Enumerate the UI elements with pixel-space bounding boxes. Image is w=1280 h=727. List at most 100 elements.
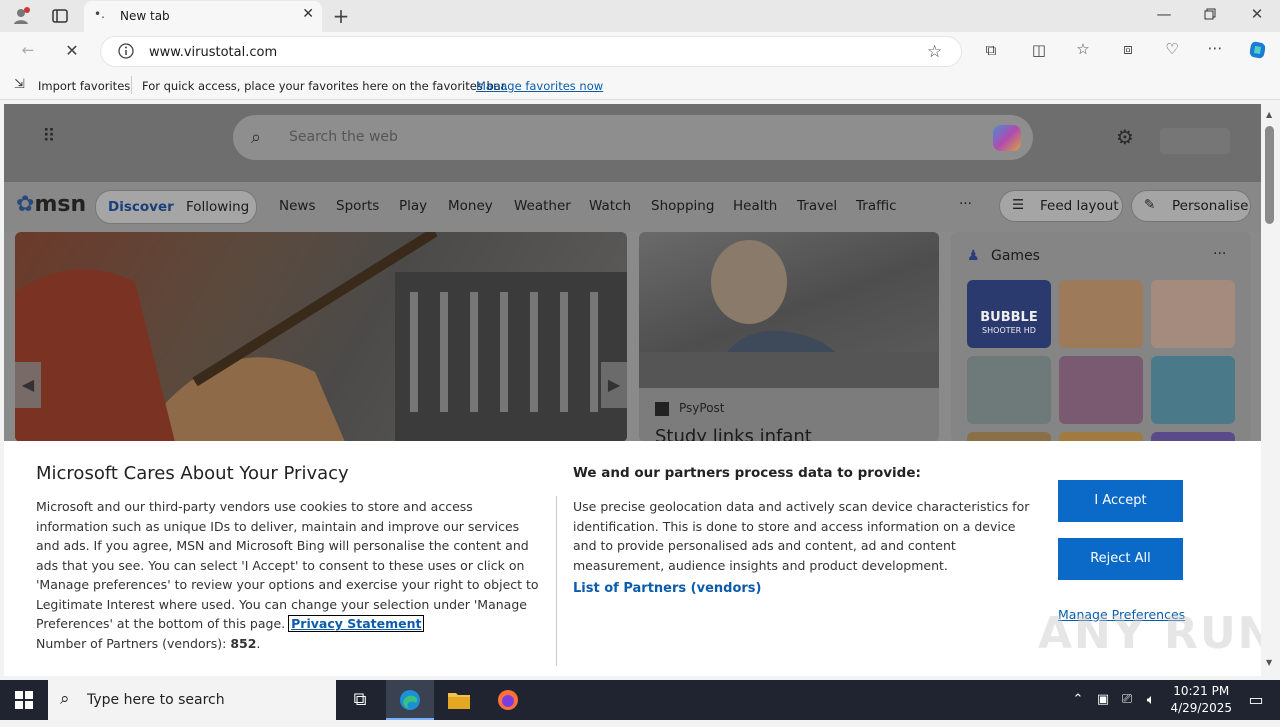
- copilot-search-icon[interactable]: [993, 125, 1021, 151]
- more-menu-icon[interactable]: ⋯: [1205, 39, 1225, 57]
- profile-icon[interactable]: [10, 6, 32, 26]
- msn-header: ⠿ ⌕ Search the web ⚙: [4, 104, 1261, 182]
- source-logo: [655, 402, 669, 416]
- nav-health[interactable]: Health: [733, 198, 777, 214]
- nav-travel[interactable]: Travel: [797, 198, 837, 214]
- nav-watch[interactable]: Watch: [589, 198, 631, 214]
- web-search-box[interactable]: ⌕ Search the web: [233, 115, 1033, 160]
- partners-count: 852: [230, 635, 257, 651]
- tab-title: New tab: [120, 9, 170, 23]
- nav-shopping[interactable]: Shopping: [651, 198, 714, 214]
- firefox-icon[interactable]: [484, 680, 532, 720]
- game-tile-2[interactable]: [1059, 280, 1143, 348]
- sliders-icon: ☰: [1012, 197, 1025, 213]
- minimize-icon[interactable]: —: [1154, 5, 1174, 23]
- bubble-title: BUBBLE: [980, 310, 1038, 325]
- notifications-icon[interactable]: ▭: [1232, 680, 1280, 720]
- settings-gear-icon[interactable]: ⚙: [1116, 125, 1134, 149]
- tab-new-tab[interactable]: •. New tab ✕: [84, 1, 322, 32]
- divider: [131, 76, 132, 94]
- nav-sports[interactable]: Sports: [336, 198, 379, 214]
- sign-in-button[interactable]: [1160, 128, 1230, 154]
- task-view-icon[interactable]: ⧉: [336, 680, 384, 720]
- start-windows-icon[interactable]: [0, 680, 48, 720]
- edge-taskbar-icon[interactable]: [386, 680, 434, 720]
- nav-play[interactable]: Play: [399, 198, 427, 214]
- data-processing-body: Use precise geolocation data and activel…: [573, 499, 1030, 573]
- article-card[interactable]: PsyPost Study links infant: [639, 232, 939, 442]
- scroll-thumb[interactable]: [1265, 126, 1274, 224]
- stop-loading-icon[interactable]: ✕: [60, 41, 84, 60]
- scroll-down-icon[interactable]: ▼: [1266, 658, 1272, 667]
- clock-time: 10:21 PM: [1173, 684, 1230, 698]
- game-tile-5[interactable]: [1059, 356, 1143, 424]
- page-scrollbar[interactable]: ▲ ▼: [1261, 104, 1280, 676]
- nav-weather[interactable]: Weather: [514, 198, 571, 214]
- web-search-placeholder[interactable]: Search the web: [289, 129, 398, 145]
- vertical-divider: [556, 496, 557, 666]
- tray-chevron-icon[interactable]: ⌃: [1066, 680, 1090, 720]
- feed-layout-button[interactable]: ☰ Feed layout: [999, 190, 1123, 222]
- game-tile-4[interactable]: [967, 356, 1051, 424]
- taskbar-search-placeholder[interactable]: Type here to search: [87, 692, 225, 708]
- accept-button[interactable]: I Accept: [1058, 480, 1183, 522]
- tab-following[interactable]: Following: [186, 199, 249, 215]
- msn-logo[interactable]: ✿msn: [16, 192, 86, 217]
- collections-icon[interactable]: ⧈: [1118, 40, 1138, 58]
- nav-news[interactable]: News: [279, 198, 315, 214]
- new-tab-icon[interactable]: +: [330, 4, 352, 28]
- extensions-icon[interactable]: ⧉: [981, 41, 1001, 59]
- personalise-button[interactable]: ✎ Personalise: [1131, 190, 1251, 222]
- privacy-body: Microsoft and our third-party vendors us…: [36, 499, 539, 651]
- games-more-icon[interactable]: ···: [1213, 246, 1226, 262]
- favorites-bar: ⇲ Import favorites For quick access, pla…: [0, 72, 1280, 100]
- game-tile-3[interactable]: [1151, 280, 1235, 348]
- scroll-up-icon[interactable]: ▲: [1266, 110, 1272, 119]
- close-window-icon[interactable]: ✕: [1247, 5, 1267, 23]
- tray-device-icon[interactable]: ▣: [1092, 680, 1114, 720]
- game-tile-bubble-shooter[interactable]: BUBBLE SHOOTER HD: [967, 280, 1051, 348]
- site-info-icon[interactable]: [117, 42, 135, 64]
- hero-article-image[interactable]: ◀ ▶: [15, 232, 627, 442]
- nav-traffic[interactable]: Traffic: [856, 198, 897, 214]
- restore-icon[interactable]: [1200, 6, 1220, 24]
- import-favorites-link[interactable]: Import favorites: [38, 79, 130, 93]
- file-explorer-icon[interactable]: [435, 680, 483, 720]
- favorites-icon[interactable]: ☆: [1073, 40, 1093, 58]
- nav-more[interactable]: ···: [959, 196, 972, 212]
- back-icon[interactable]: ←: [16, 41, 40, 59]
- url-text[interactable]: www.virustotal.com: [149, 45, 277, 60]
- windows-taskbar: ⌕ Type here to search ⧉ ⌃ ▣ ⎚ 🔈︎ 10:21 P…: [0, 680, 1280, 720]
- nav-money[interactable]: Money: [448, 198, 493, 214]
- carousel-prev-icon[interactable]: ◀: [15, 362, 41, 408]
- url-bar[interactable]: www.virustotal.com ☆: [100, 36, 962, 67]
- taskbar-clock[interactable]: 10:21 PM 4/29/2025: [1170, 683, 1232, 717]
- network-icon[interactable]: ⎚: [1116, 680, 1138, 720]
- tab-actions-icon[interactable]: [50, 7, 70, 25]
- copilot-icon[interactable]: [1246, 39, 1270, 65]
- apps-grid-icon[interactable]: ⠿: [38, 126, 60, 147]
- tab-discover[interactable]: Discover: [108, 199, 174, 215]
- browser-essentials-icon[interactable]: ♡: [1162, 40, 1182, 58]
- search-icon: ⌕: [251, 127, 262, 148]
- close-tab-icon[interactable]: ✕: [302, 6, 314, 22]
- games-icon: ♟: [967, 248, 980, 264]
- carousel-next-icon[interactable]: ▶: [601, 362, 627, 408]
- feed-layout-label: Feed layout: [1040, 198, 1119, 214]
- address-bar-row: ← ✕ www.virustotal.com ☆ ⧉ ◫ ☆ ⧈ ♡ ⋯: [0, 32, 1280, 72]
- reject-all-button[interactable]: Reject All: [1058, 538, 1183, 580]
- import-icon[interactable]: ⇲: [14, 77, 25, 92]
- msn-nav-row: ✿msn Discover Following News Sports Play…: [4, 182, 1261, 232]
- favorite-star-icon[interactable]: ☆: [927, 42, 942, 62]
- game-tile-6[interactable]: [1151, 356, 1235, 424]
- split-screen-icon[interactable]: ◫: [1029, 41, 1049, 59]
- list-of-partners-link[interactable]: List of Partners (vendors): [573, 581, 761, 596]
- privacy-statement-link[interactable]: Privacy Statement: [288, 615, 425, 632]
- taskbar-search-box[interactable]: ⌕ Type here to search: [48, 680, 336, 720]
- taskbar-search-icon: ⌕: [60, 689, 70, 709]
- partners-label: Number of Partners (vendors):: [36, 635, 227, 651]
- manage-favorites-link[interactable]: Manage favorites now: [476, 79, 603, 93]
- article-headline[interactable]: Study links infant: [655, 426, 812, 442]
- bubble-subtitle: SHOOTER HD: [982, 326, 1036, 335]
- volume-icon[interactable]: 🔈︎: [1140, 680, 1162, 720]
